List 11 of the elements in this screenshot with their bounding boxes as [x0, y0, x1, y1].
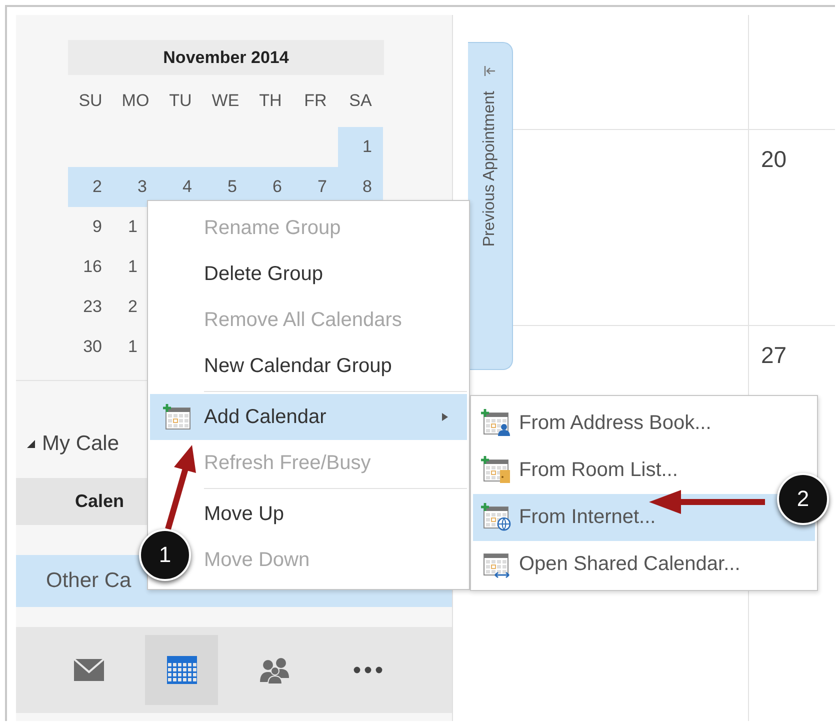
weekday-label: TU: [168, 91, 193, 111]
date-number: 20: [761, 146, 787, 172]
weekday-label: WE: [210, 91, 240, 111]
month-title: November 2014: [68, 40, 384, 75]
weekday-label: FR: [303, 91, 328, 111]
weekday-label: TH: [258, 91, 283, 111]
weekday-label: MO: [120, 91, 150, 111]
previous-appointment-label: Previous Appointment: [481, 91, 499, 247]
weekday-label: SU: [78, 91, 104, 111]
column-header-text: Calen: [75, 491, 124, 512]
weekday-label: SA: [348, 91, 373, 111]
